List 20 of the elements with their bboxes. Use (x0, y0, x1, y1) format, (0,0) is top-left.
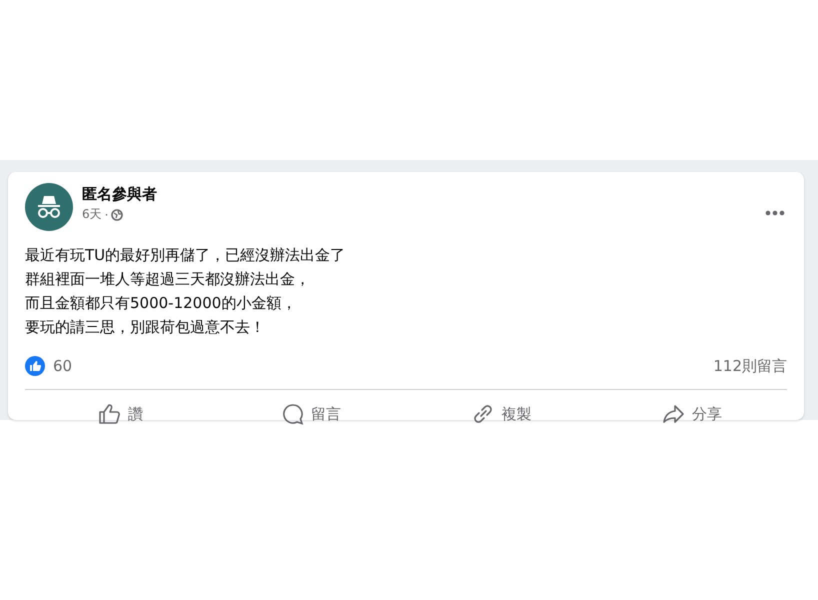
separator-dot: · (104, 208, 108, 222)
comment-button[interactable]: 留言 (216, 394, 406, 434)
post-text-line: 最近有玩TU的最好別再儲了，已經沒辦法出金了 (25, 245, 346, 266)
like-reaction-icon (25, 356, 45, 376)
comment-count[interactable]: 112則留言 (713, 356, 787, 376)
avatar-icon (25, 183, 73, 231)
reaction-count[interactable]: 60 (53, 357, 72, 375)
author-name[interactable]: 匿名參與者 (82, 185, 754, 204)
like-button[interactable]: 讚 (25, 394, 216, 434)
share-button[interactable]: 分享 (596, 394, 787, 434)
post-time[interactable]: 6天 (82, 206, 102, 223)
speech-bubble-icon (280, 403, 305, 425)
post-text-line: 而且金額都只有5000-12000的小金額， (25, 293, 298, 314)
share-arrow-icon (662, 403, 686, 425)
thumbs-up-icon (98, 403, 122, 425)
copy-button[interactable]: 複製 (406, 394, 596, 434)
more-icon (765, 210, 785, 216)
post-text-line: 要玩的請三思，別跟荷包過意不去！ (25, 317, 266, 338)
post-text-line: 群組裡面一堆人等超過三天都沒辦法出金， (25, 269, 311, 290)
globe-icon (111, 208, 124, 220)
